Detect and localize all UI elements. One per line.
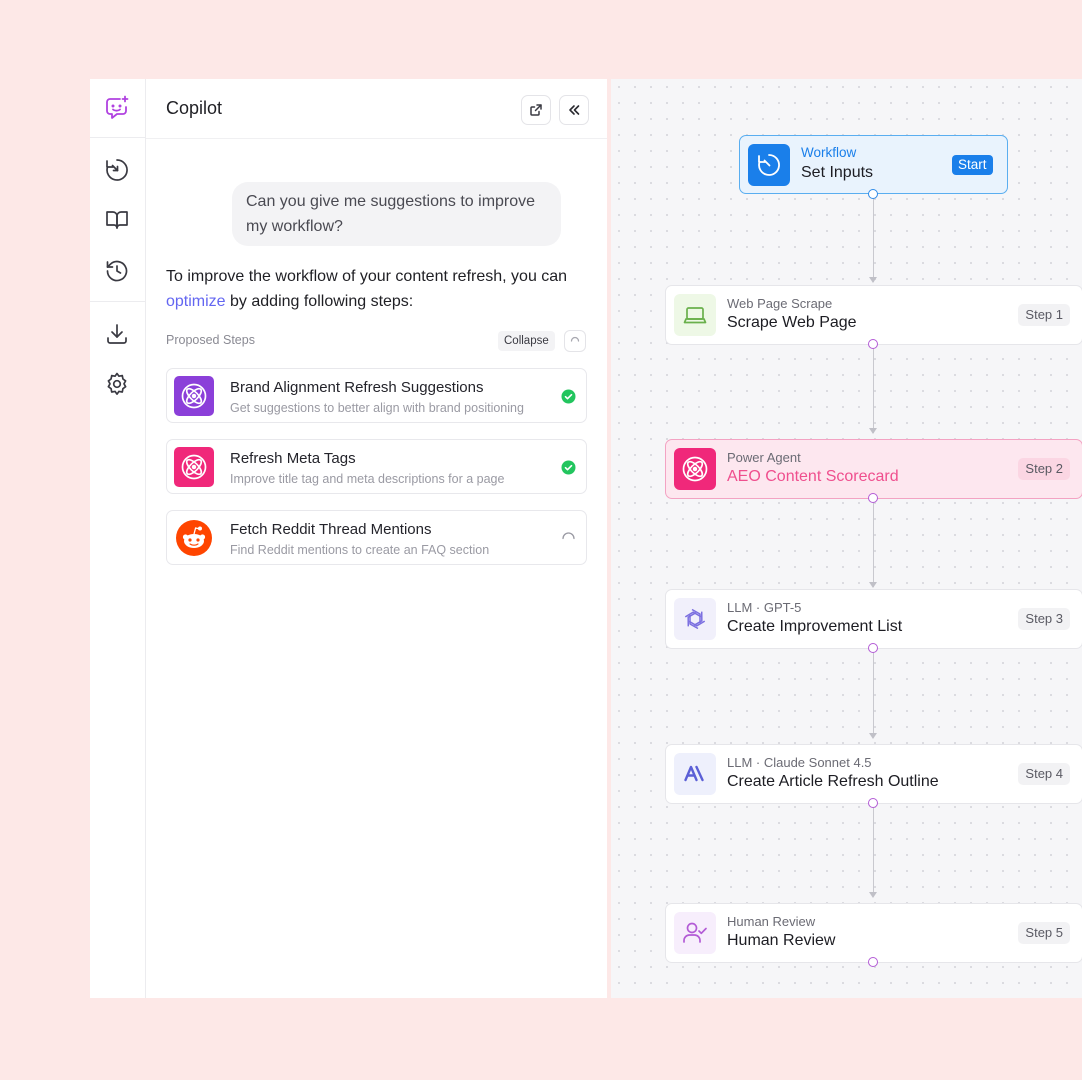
node-type: Web Page Scrape [727,296,833,311]
download-icon[interactable] [101,318,133,350]
openai-icon [674,598,716,640]
output-port[interactable] [868,339,878,349]
user-message-bubble: Can you give me suggestions to improve m… [232,182,561,246]
step-badge: Step 1 [1018,304,1070,326]
node-title: Human Review [727,932,836,949]
atom-icon [174,447,214,487]
step-title: Fetch Reddit Thread Mentions [230,521,432,538]
workflow-start-node[interactable]: Workflow Set Inputs Start [739,135,1008,194]
output-port[interactable] [868,798,878,808]
workflow-node-step-1[interactable]: Web Page Scrape Scrape Web Page Step 1 [665,285,1082,345]
node-title: Scrape Web Page [727,314,857,331]
proposed-step-card[interactable]: Refresh Meta Tags Improve title tag and … [166,439,587,494]
step-badge: Step 5 [1018,922,1070,944]
answer-highlight-link[interactable]: optimize [166,293,226,310]
output-port[interactable] [868,957,878,967]
proposed-step-card[interactable]: Fetch Reddit Thread Mentions Find Reddit… [166,510,587,565]
open-external-button[interactable] [521,95,551,125]
book-icon[interactable] [101,204,133,236]
collapse-panel-button[interactable] [559,95,589,125]
proposed-step-card[interactable]: Brand Alignment Refresh Suggestions Get … [166,368,587,423]
sidebar-rail [90,79,146,998]
proposed-steps-label: Proposed Steps [166,333,255,347]
step-badge: Step 3 [1018,608,1070,630]
node-type: Workflow [801,145,857,160]
step-title: Refresh Meta Tags [230,450,356,467]
step-subtitle: Improve title tag and meta descriptions … [230,472,505,486]
node-title: AEO Content Scorecard [727,468,899,485]
copilot-panel: Copilot Can you give me suggestions to i… [146,79,607,998]
output-port[interactable] [868,189,878,199]
reddit-icon [174,518,214,558]
app-window: Copilot Can you give me suggestions to i… [90,79,1082,998]
collapse-button[interactable]: Collapse [498,331,555,351]
workflow-node-step-2[interactable]: Power Agent AEO Content Scorecard Step 2 [665,439,1082,499]
copilot-header: Copilot [146,79,607,139]
laptop-icon [674,294,716,336]
copilot-icon[interactable] [101,92,133,124]
workflow-node-step-5[interactable]: Human Review Human Review Step 5 [665,903,1082,963]
anthropic-icon [674,753,716,795]
timer-icon [748,144,790,186]
node-type: LLM · GPT-5 [727,600,802,615]
spinner-icon [562,532,575,540]
history-icon[interactable] [101,255,133,287]
node-type: Human Review [727,914,816,929]
loading-toggle-button[interactable] [564,330,586,352]
step-badge: Step 2 [1018,458,1070,480]
atom-icon [174,376,214,416]
gear-icon[interactable] [101,368,133,400]
step-subtitle: Get suggestions to better align with bra… [230,401,524,415]
panel-title: Copilot [166,98,223,118]
step-badge: Step 4 [1018,763,1070,785]
atom-icon [674,448,716,490]
workflow-node-step-3[interactable]: LLM · GPT-5 Create Improvement List Step… [665,589,1082,649]
workflow-canvas[interactable]: Workflow Set Inputs Start Web Page Scrap… [611,79,1082,998]
node-type: LLM · Claude Sonnet 4.5 [727,755,872,770]
workflow-node-step-4[interactable]: LLM · Claude Sonnet 4.5 Create Article R… [665,744,1082,804]
start-badge: Start [952,155,993,175]
step-title: Brand Alignment Refresh Suggestions [230,379,484,396]
node-title: Create Improvement List [727,618,903,635]
output-port[interactable] [868,643,878,653]
check-circle-icon [561,460,576,475]
node-title: Create Article Refresh Outline [727,773,939,790]
node-type: Power Agent [727,450,801,465]
answer-text-end: by adding following steps: [225,293,414,310]
user-check-icon [674,912,716,954]
node-title: Set Inputs [801,164,874,181]
spinner-icon [570,336,580,342]
external-link-icon [530,104,542,116]
assistant-answer: To improve the workflow of your content … [166,264,586,314]
double-chevron-left-icon [569,105,580,115]
output-port[interactable] [868,493,878,503]
step-subtitle: Find Reddit mentions to create an FAQ se… [230,543,490,557]
clock-arrow-icon[interactable] [101,154,133,186]
check-circle-icon [561,389,576,404]
answer-text: To improve the workflow of your content … [166,268,568,285]
